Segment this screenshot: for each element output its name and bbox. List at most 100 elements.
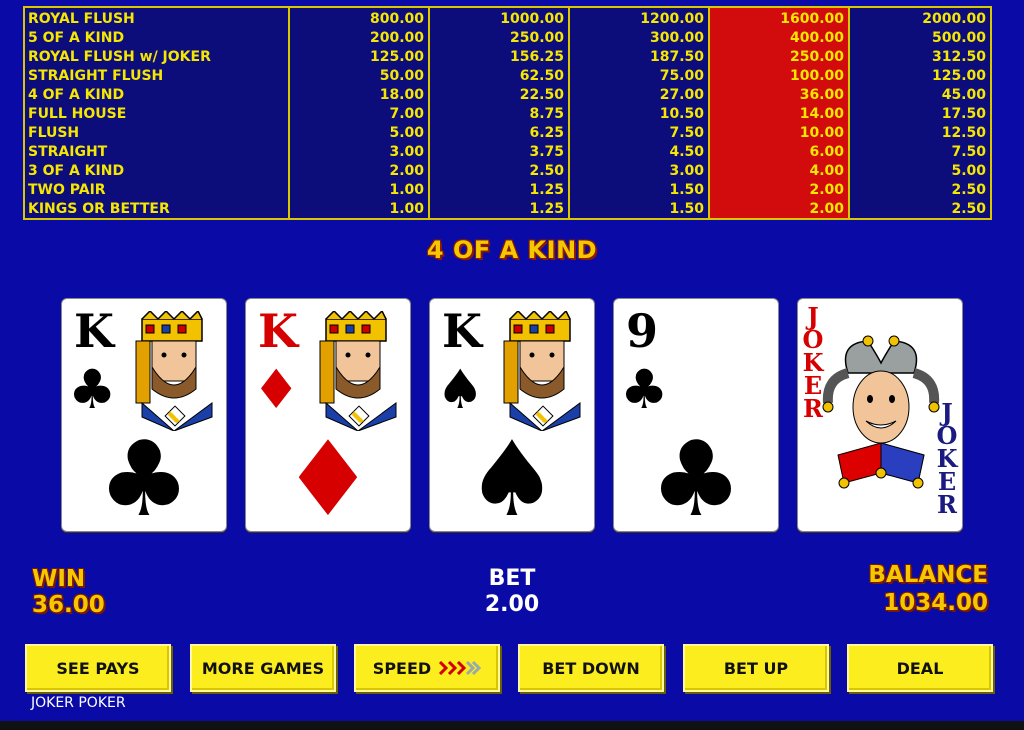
payout-value: 2.50 <box>951 182 986 198</box>
payout-value: 800.00 <box>369 11 424 27</box>
diamonds-icon: ♦ <box>252 358 301 421</box>
bet-value: 2.00 <box>484 592 540 617</box>
payout-value: 10.50 <box>659 106 704 122</box>
hand-name: STRAIGHT <box>28 144 108 160</box>
bet-up-button[interactable]: BET UP <box>683 644 829 692</box>
hand-name: 3 OF A KIND <box>28 163 125 179</box>
payout-value: 62.50 <box>519 68 564 84</box>
payout-value: 2.00 <box>809 182 844 198</box>
game-name: JOKER POKER <box>31 695 126 711</box>
payout-value: 1200.00 <box>640 11 704 27</box>
payout-value: 5.00 <box>951 163 986 179</box>
spades-icon: ♠ <box>465 418 559 532</box>
payout-value: 4.00 <box>809 163 844 179</box>
paytable-column-5: 2000.00 500.00 312.50 125.00 45.00 17.50… <box>850 8 990 218</box>
card-rank: K <box>74 304 114 358</box>
card-rank: K <box>258 304 298 358</box>
see-pays-button[interactable]: SEE PAYS <box>25 644 171 692</box>
bottom-bar <box>0 721 1024 730</box>
paytable-column-3: 1200.00 300.00 187.50 75.00 27.00 10.50 … <box>570 8 710 218</box>
card-rank: K <box>442 304 482 358</box>
balance-value: 1034.00 <box>883 590 988 616</box>
payout-value: 10.00 <box>799 125 844 141</box>
payout-value: 250.00 <box>509 30 564 46</box>
payout-value: 156.25 <box>509 49 564 65</box>
payout-value: 1.25 <box>529 182 564 198</box>
payout-value: 1600.00 <box>780 11 844 27</box>
payout-value: 5.00 <box>389 125 424 141</box>
payout-value: 36.00 <box>799 87 844 103</box>
speed-chevrons-icon <box>439 661 482 675</box>
payout-value: 1.25 <box>529 201 564 217</box>
payout-value: 1.00 <box>389 182 424 198</box>
card-3[interactable]: K ♠ ♠ <box>429 298 595 532</box>
payout-value: 18.00 <box>379 87 424 103</box>
payout-value: 14.00 <box>799 106 844 122</box>
card-2[interactable]: K ♦ ♦ <box>245 298 411 532</box>
king-face-icon <box>319 311 397 431</box>
joker-label-blue: JOKER <box>934 398 960 519</box>
payout-value: 4.50 <box>669 144 704 160</box>
hand-name: STRAIGHT FLUSH <box>28 68 164 84</box>
payout-value: 250.00 <box>789 49 844 65</box>
king-face-icon <box>503 311 581 431</box>
win-label: WIN <box>32 566 86 592</box>
hand-name: 4 OF A KIND <box>28 87 125 103</box>
balance-label: BALANCE <box>868 562 988 588</box>
payout-value: 3.00 <box>389 144 424 160</box>
more-games-label: MORE GAMES <box>201 658 325 678</box>
payout-value: 6.00 <box>809 144 844 160</box>
card-rank: 9 <box>626 304 659 358</box>
payout-value: 312.50 <box>931 49 986 65</box>
hand-name: FLUSH <box>28 125 80 141</box>
payout-value: 187.50 <box>649 49 704 65</box>
hand-name: TWO PAIR <box>28 182 106 198</box>
payout-value: 7.50 <box>669 125 704 141</box>
speed-label: SPEED <box>372 658 432 678</box>
payout-value: 22.50 <box>519 87 564 103</box>
hand-result: 4 OF A KIND <box>426 236 598 264</box>
payout-value: 125.00 <box>931 68 986 84</box>
deal-label: DEAL <box>896 658 944 678</box>
payout-value: 200.00 <box>369 30 424 46</box>
payout-value: 75.00 <box>659 68 704 84</box>
paytable: ROYAL FLUSH 5 OF A KIND ROYAL FLUSH w/ J… <box>23 6 992 220</box>
speed-button[interactable]: SPEED <box>354 644 500 692</box>
paytable-column-1: 800.00 200.00 125.00 50.00 18.00 7.00 5.… <box>290 8 430 218</box>
hand-name: 5 OF A KIND <box>28 30 125 46</box>
payout-value: 6.25 <box>529 125 564 141</box>
hand-name: KINGS OR BETTER <box>28 201 170 217</box>
hand-name: ROYAL FLUSH <box>28 11 135 27</box>
clubs-icon: ♣ <box>620 358 669 421</box>
payout-value: 8.75 <box>529 106 564 122</box>
hand-name: ROYAL FLUSH w/ JOKER <box>28 49 211 65</box>
payout-value: 125.00 <box>369 49 424 65</box>
payout-value: 50.00 <box>379 68 424 84</box>
payout-value: 100.00 <box>789 68 844 84</box>
see-pays-label: SEE PAYS <box>56 658 140 678</box>
bet-label: BET <box>488 566 536 591</box>
payout-value: 1000.00 <box>500 11 564 27</box>
bet-up-label: BET UP <box>723 658 789 678</box>
clubs-icon: ♣ <box>649 418 743 532</box>
card-1[interactable]: K ♣ ♣ <box>61 298 227 532</box>
payout-value: 17.50 <box>941 106 986 122</box>
payout-value: 500.00 <box>931 30 986 46</box>
joker-label: JOKER <box>936 398 958 519</box>
paytable-hand-names: ROYAL FLUSH 5 OF A KIND ROYAL FLUSH w/ J… <box>25 8 290 218</box>
payout-value: 400.00 <box>789 30 844 46</box>
deal-button[interactable]: DEAL <box>847 644 993 692</box>
more-games-button[interactable]: MORE GAMES <box>190 644 336 692</box>
bet-down-label: BET DOWN <box>542 658 640 678</box>
diamonds-icon: ♦ <box>281 418 375 532</box>
payout-value: 3.75 <box>529 144 564 160</box>
payout-value: 7.00 <box>389 106 424 122</box>
card-5-joker[interactable]: JOKER JOKER <box>797 298 963 532</box>
win-value: 36.00 <box>32 592 105 618</box>
clubs-icon: ♣ <box>97 418 191 532</box>
payout-value: 45.00 <box>941 87 986 103</box>
payout-value: 2000.00 <box>922 11 986 27</box>
bet-down-button[interactable]: BET DOWN <box>518 644 664 692</box>
card-4[interactable]: 9 ♣ ♣ <box>613 298 779 532</box>
jester-icon <box>822 335 940 489</box>
